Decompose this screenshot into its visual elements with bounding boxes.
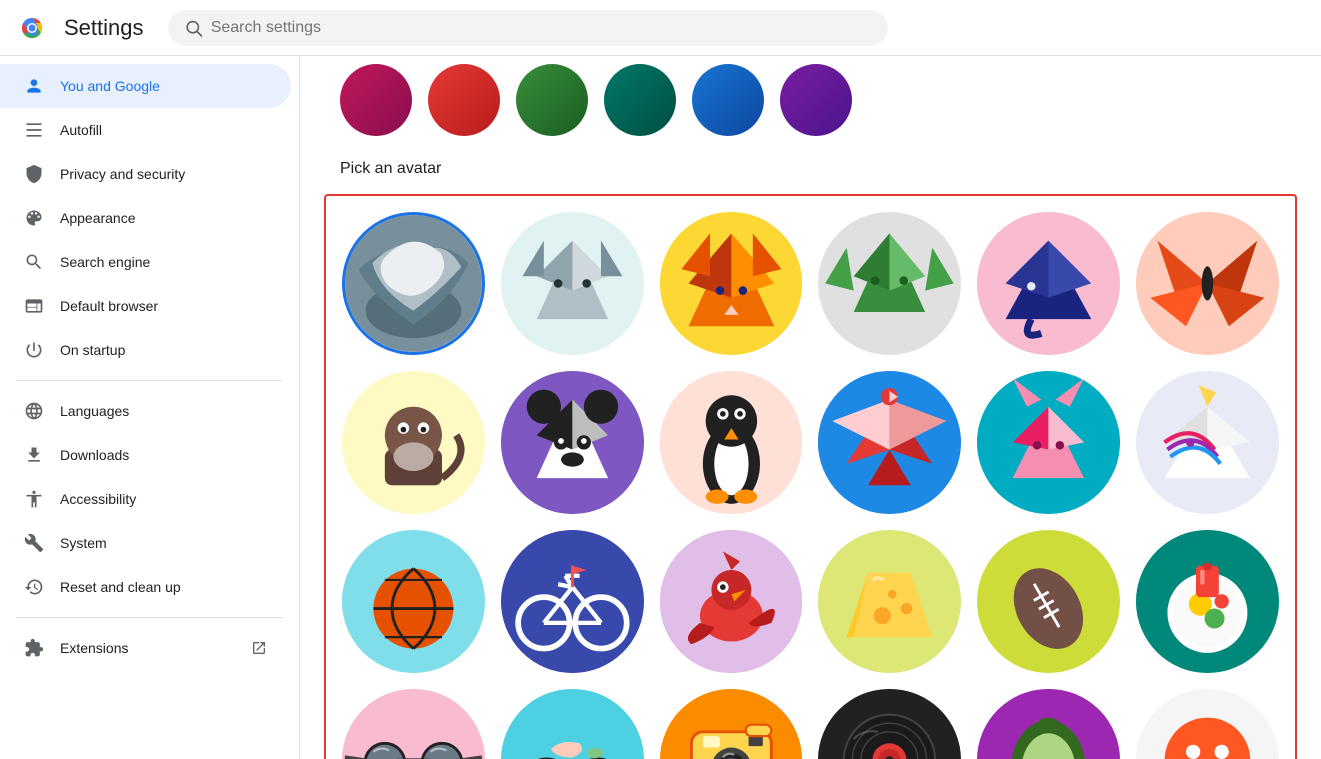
power-icon	[24, 340, 44, 360]
globe-icon	[24, 401, 44, 421]
sidebar-item-downloads[interactable]: Downloads	[0, 433, 291, 477]
sidebar-label-search: Search engine	[60, 254, 150, 270]
avatar-item[interactable]	[342, 212, 485, 355]
autofill-icon	[24, 120, 44, 140]
accessibility-icon	[24, 489, 44, 509]
avatar-item[interactable]	[660, 530, 803, 673]
color-swatch[interactable]	[604, 64, 676, 136]
sidebar-label-downloads: Downloads	[60, 447, 129, 463]
sidebar-item-reset[interactable]: Reset and clean up	[0, 565, 291, 609]
sidebar-divider-2	[16, 617, 283, 618]
sidebar-label-extensions: Extensions	[60, 640, 128, 656]
search-icon	[24, 252, 44, 272]
sidebar-item-privacy[interactable]: Privacy and security	[0, 152, 291, 196]
avatar-item[interactable]	[1136, 689, 1279, 759]
sidebar-item-autofill[interactable]: Autofill	[0, 108, 291, 152]
color-swatch[interactable]	[780, 64, 852, 136]
sidebar-item-languages[interactable]: Languages	[0, 389, 291, 433]
sidebar-label-appearance: Appearance	[60, 210, 136, 226]
main-layout: You and Google Autofill Privacy and secu…	[0, 56, 1321, 759]
sidebar-item-search[interactable]: Search engine	[0, 240, 291, 284]
external-link-icon	[251, 640, 267, 656]
avatar-item[interactable]	[342, 530, 485, 673]
puzzle-icon	[24, 638, 44, 658]
avatar-item[interactable]	[818, 212, 961, 355]
avatar-item[interactable]	[818, 371, 961, 514]
avatar-item[interactable]	[342, 689, 485, 759]
avatar-item[interactable]	[977, 689, 1120, 759]
wrench-icon	[24, 533, 44, 553]
sidebar: You and Google Autofill Privacy and secu…	[0, 56, 300, 759]
avatar-item[interactable]	[501, 689, 644, 759]
search-bar[interactable]	[168, 10, 888, 46]
sidebar-label-reset: Reset and clean up	[60, 579, 181, 595]
sidebar-label-system: System	[60, 535, 107, 551]
sidebar-item-system[interactable]: System	[0, 521, 291, 565]
avatar-item[interactable]	[660, 212, 803, 355]
shield-icon	[24, 164, 44, 184]
sidebar-label-you-google: You and Google	[60, 78, 160, 94]
top-bar: Settings	[0, 0, 1321, 56]
chrome-logo	[16, 12, 48, 44]
avatar-item[interactable]	[1136, 212, 1279, 355]
sidebar-divider-1	[16, 380, 283, 381]
avatar-item[interactable]	[818, 689, 961, 759]
avatar-grid-wrapper	[324, 194, 1297, 759]
color-swatch[interactable]	[428, 64, 500, 136]
avatar-item[interactable]	[660, 689, 803, 759]
sidebar-item-appearance[interactable]: Appearance	[0, 196, 291, 240]
content-area: Pick an avatar	[300, 56, 1321, 759]
color-swatch[interactable]	[340, 64, 412, 136]
page-title: Settings	[64, 15, 144, 41]
color-swatch[interactable]	[516, 64, 588, 136]
avatar-item[interactable]	[977, 212, 1120, 355]
sidebar-label-accessibility: Accessibility	[60, 491, 136, 507]
avatar-item[interactable]	[818, 530, 961, 673]
avatar-item[interactable]	[977, 371, 1120, 514]
avatar-section-title: Pick an avatar	[324, 160, 1297, 178]
palette-icon	[24, 208, 44, 228]
sidebar-label-startup: On startup	[60, 342, 125, 358]
sidebar-label-privacy: Privacy and security	[60, 166, 185, 182]
search-input[interactable]	[211, 19, 872, 37]
sidebar-label-languages: Languages	[60, 403, 129, 419]
download-icon	[24, 445, 44, 465]
avatar-item[interactable]	[660, 371, 803, 514]
sidebar-item-browser[interactable]: Default browser	[0, 284, 291, 328]
sidebar-label-autofill: Autofill	[60, 122, 102, 138]
sidebar-item-extensions[interactable]: Extensions	[0, 626, 291, 670]
avatar-item[interactable]	[501, 212, 644, 355]
history-icon	[24, 577, 44, 597]
sidebar-item-accessibility[interactable]: Accessibility	[0, 477, 291, 521]
browser-icon	[24, 296, 44, 316]
avatar-item[interactable]	[501, 371, 644, 514]
avatar-grid	[342, 212, 1279, 759]
sidebar-item-you-google[interactable]: You and Google	[0, 64, 291, 108]
sidebar-label-browser: Default browser	[60, 298, 158, 314]
color-swatches-row	[300, 56, 1321, 152]
person-icon	[24, 76, 44, 96]
avatar-section: Pick an avatar	[300, 152, 1321, 759]
avatar-item[interactable]	[977, 530, 1120, 673]
avatar-item[interactable]	[1136, 371, 1279, 514]
sidebar-item-startup[interactable]: On startup	[0, 328, 291, 372]
search-icon	[184, 18, 203, 38]
avatar-item[interactable]	[342, 371, 485, 514]
avatar-item[interactable]	[501, 530, 644, 673]
avatar-item[interactable]	[1136, 530, 1279, 673]
color-swatch[interactable]	[692, 64, 764, 136]
